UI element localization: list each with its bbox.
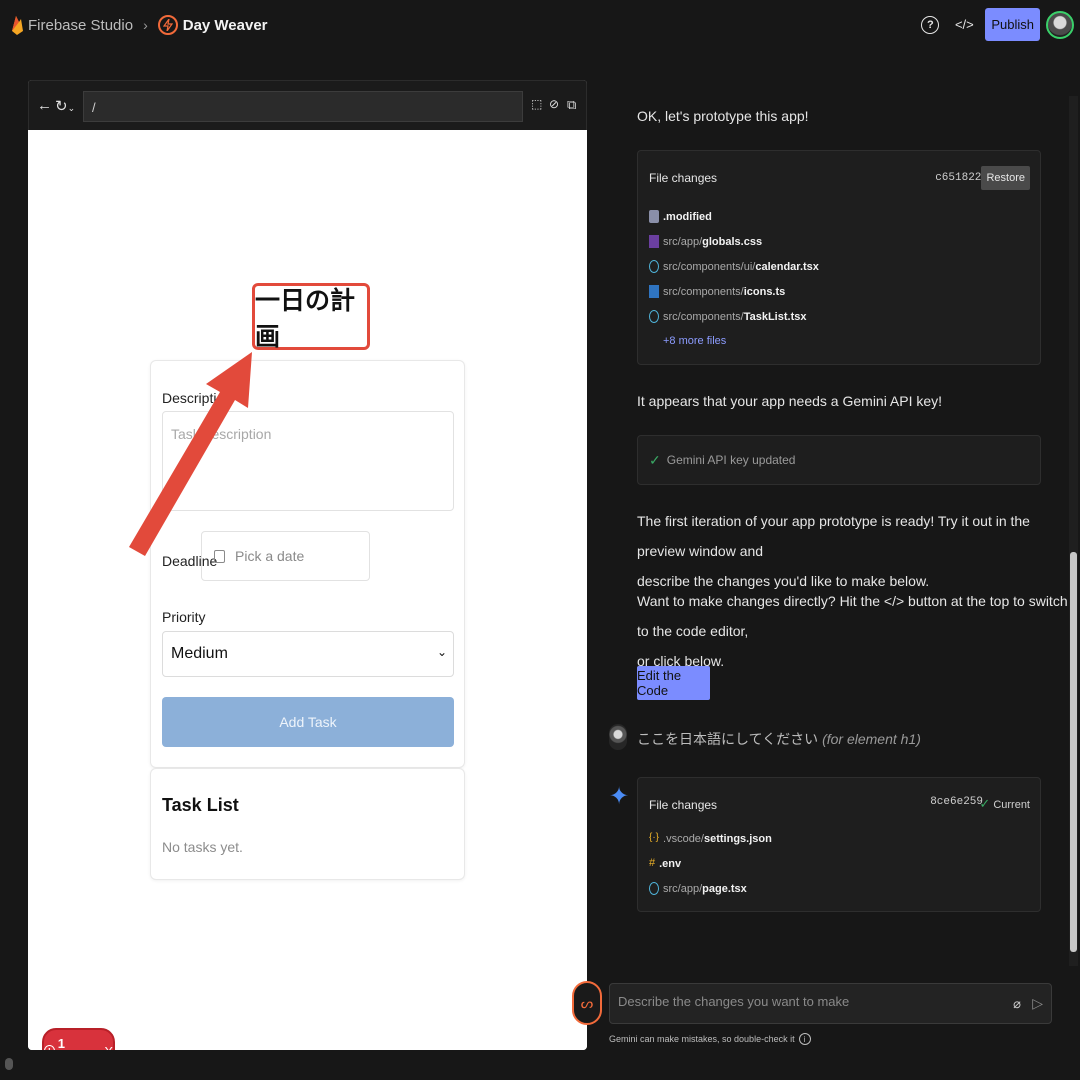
breadcrumb: Firebase Studio › Day Weaver: [10, 14, 268, 36]
checkmark-icon: ✓: [649, 451, 661, 468]
checkmark-icon: ✓: [979, 796, 991, 811]
more-files-link[interactable]: +8 more files: [663, 335, 726, 347]
gemini-star-icon: ✦: [609, 783, 630, 810]
assistant-message: The first iteration of your app prototyp…: [637, 513, 1030, 589]
help-icon[interactable]: ?: [921, 15, 940, 34]
env-icon: #: [649, 857, 656, 869]
app-name[interactable]: Day Weaver: [183, 17, 268, 34]
json-icon: {·}: [649, 832, 660, 843]
assistant-message: OK, let's prototype this app!: [637, 108, 809, 124]
user-avatar[interactable]: [1046, 10, 1074, 39]
publish-button[interactable]: Publish: [985, 8, 1040, 41]
link-icon[interactable]: ⊘: [549, 97, 559, 111]
gemini-logo-icon: ᔕ: [572, 981, 602, 1025]
css-icon: [649, 235, 659, 248]
breadcrumb-separator: ›: [143, 17, 148, 33]
file-changes-card: File changes 8ce6e259 ✓ Current {·} .vsco…: [637, 777, 1041, 912]
info-icon[interactable]: i: [798, 1033, 811, 1045]
back-arrow-icon[interactable]: ←: [37, 97, 52, 114]
file-changes-title: File changes: [649, 171, 718, 185]
current-status: ✓ Current: [979, 796, 1030, 811]
restore-button[interactable]: Restore: [981, 166, 1030, 190]
react-icon: [649, 882, 659, 895]
edit-code-button[interactable]: Edit the Code: [637, 666, 710, 700]
disclaimer: Gemini can make mistakes, so double-chec…: [609, 1033, 811, 1045]
chat-input-box[interactable]: ⌀ ▷: [609, 983, 1052, 1024]
file-item[interactable]: src/components/ui/calendar.tsx: [649, 260, 819, 273]
react-icon: [649, 310, 659, 323]
attach-icon[interactable]: ⌀: [1013, 996, 1021, 1012]
chat-scrollbar[interactable]: [1069, 96, 1078, 966]
url-input[interactable]: /: [83, 91, 523, 122]
file-item[interactable]: # .env: [649, 857, 681, 870]
alert-icon: !: [44, 1045, 55, 1050]
app-logo-icon: [157, 15, 178, 35]
chat-panel: OK, let's prototype this app! File chang…: [600, 80, 1080, 980]
assistant-message: It appears that your app needs a Gemini …: [637, 393, 943, 409]
file-item[interactable]: src/app/page.tsx: [649, 882, 747, 895]
ts-icon: [649, 285, 659, 298]
annotation-arrow-icon: [129, 352, 252, 556]
commit-hash: c6518228: [935, 172, 988, 184]
top-actions: ? </> Publish: [913, 8, 1074, 41]
status-dot-icon: [5, 1058, 13, 1070]
close-icon[interactable]: X: [104, 1044, 113, 1051]
issue-label: 1 Issue: [57, 1036, 65, 1050]
file-icon: [649, 210, 659, 223]
assistant-message: Want to make changes directly? Hit the <…: [637, 593, 1068, 669]
file-item[interactable]: src/components/icons.ts: [649, 285, 785, 298]
open-external-icon[interactable]: ⧉: [567, 97, 576, 113]
firebase-flame-icon: [12, 16, 23, 35]
commit-hash: 8ce6e259: [930, 796, 983, 808]
file-changes-title: File changes: [649, 798, 718, 812]
file-item[interactable]: .modified: [649, 210, 712, 223]
product-name[interactable]: Firebase Studio: [28, 17, 133, 34]
top-bar: Firebase Studio › Day Weaver ? </> Publi…: [0, 0, 1080, 52]
file-item[interactable]: src/components/TaskList.tsx: [649, 310, 806, 323]
issue-badge[interactable]: ! 1 Issue X: [42, 1028, 115, 1050]
preview-toolbar: ← ↻⌄ / ⬚ ⊘ ⧉: [28, 80, 587, 130]
reload-icon[interactable]: ↻⌄: [55, 97, 75, 115]
react-icon: [649, 260, 659, 273]
scrollbar-thumb[interactable]: [1070, 552, 1077, 952]
send-icon[interactable]: ▷: [1032, 995, 1043, 1012]
user-avatar: [609, 724, 627, 750]
select-element-icon[interactable]: ⬚: [531, 97, 542, 111]
chat-input[interactable]: [618, 994, 998, 1009]
api-key-status: ✓ Gemini API key updated: [637, 435, 1041, 485]
app-preview: 一日の計画 Description Task description Deadl…: [28, 130, 587, 1050]
user-message: ここを日本語にしてください (for element h1): [637, 731, 921, 747]
preview-panel: ← ↻⌄ / ⬚ ⊘ ⧉ 一日の計画 Description Task desc…: [28, 80, 587, 1050]
file-item[interactable]: src/app/globals.css: [649, 235, 762, 248]
file-changes-card: File changes c6518228 Restore .modified …: [637, 150, 1041, 365]
file-item[interactable]: {·} .vscode/settings.json: [649, 832, 772, 845]
code-toggle-icon[interactable]: </>: [955, 16, 974, 34]
